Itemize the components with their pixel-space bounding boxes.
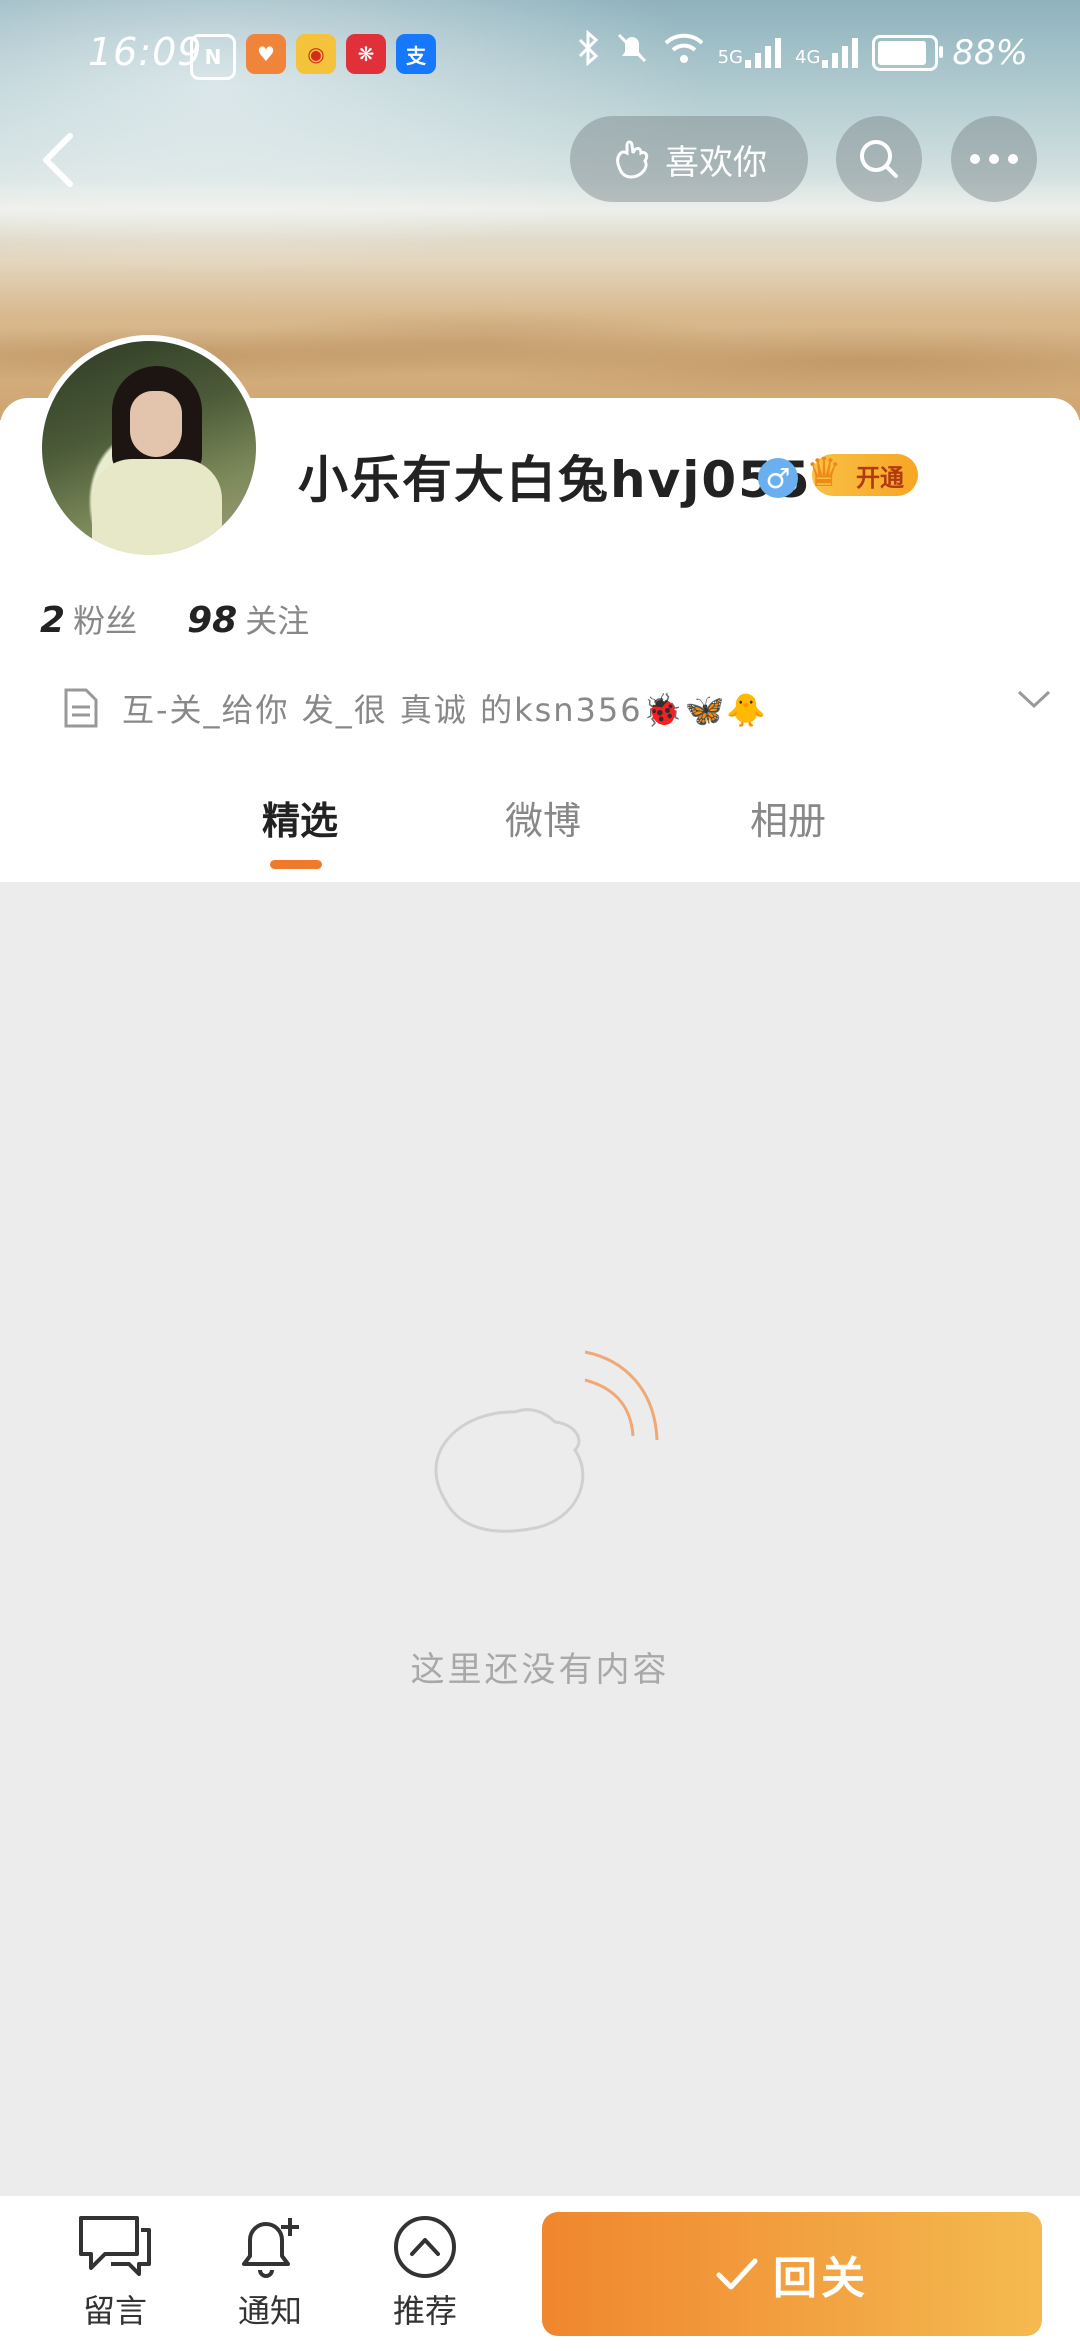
followers-label: 粉丝 <box>73 602 138 640</box>
message-button[interactable]: 留言 <box>60 2214 170 2344</box>
recommend-button[interactable]: 推荐 <box>370 2214 480 2344</box>
recommend-label: 推荐 <box>392 2292 457 2330</box>
network-5g-label: 5G <box>717 46 744 68</box>
tab-indicator <box>270 860 322 869</box>
profile-tabs: 精选 微博 相册 <box>0 780 1080 880</box>
status-bar: 16:09 N ♥ ◉ ❋ 支 5G 4G 88% <box>0 0 1080 110</box>
checkmark-icon <box>716 2258 758 2290</box>
username: 小乐有大白兔hvj055 <box>298 451 812 509</box>
nfc-icon: N <box>190 34 236 80</box>
tab-album[interactable]: 相册 <box>750 790 826 845</box>
gender-male-icon: ♂ <box>758 458 798 498</box>
follow-back-label: 回关 <box>773 2253 869 2304</box>
cover-waves <box>0 180 1080 240</box>
back-button[interactable] <box>28 120 88 200</box>
following-count: 98 <box>187 600 238 641</box>
signal-5g-icon: 5G <box>717 37 782 68</box>
search-button[interactable] <box>836 116 922 202</box>
followers-count: 2 <box>40 600 66 641</box>
like-label: 喜欢你 <box>665 142 767 183</box>
bluetooth-icon <box>576 29 600 75</box>
message-label: 留言 <box>82 2292 147 2330</box>
weibo-icon: ◉ <box>296 34 336 74</box>
battery-percent: 88% <box>952 32 1028 73</box>
like-button[interactable]: 喜欢你 <box>570 116 808 202</box>
like-hand-icon <box>616 140 649 179</box>
tab-featured[interactable]: 精选 <box>262 790 338 845</box>
follow-back-button[interactable]: 回关 <box>542 2212 1042 2336</box>
status-time: 16:09 <box>88 30 203 74</box>
chevron-left-icon <box>43 133 73 187</box>
chevron-up-circle-icon <box>394 2216 456 2278</box>
health-app-icon: ♥ <box>246 34 286 74</box>
following-stat[interactable]: 98 关注 <box>187 596 309 642</box>
crown-icon: ♛ <box>806 450 842 496</box>
empty-state-icon <box>434 1350 659 1533</box>
vip-open-badge[interactable]: ♛ 开通 <box>806 450 918 496</box>
empty-state-message: 这里还没有内容 <box>410 1650 670 1690</box>
battery-icon <box>872 34 944 71</box>
bell-plus-icon <box>242 2218 299 2278</box>
tab-weibo[interactable]: 微博 <box>505 790 581 845</box>
notify-label: 通知 <box>237 2292 302 2330</box>
message-icon <box>79 2216 151 2276</box>
bottom-action-bar: 留言 通知 推荐 回关 <box>0 2196 1080 2351</box>
mute-icon <box>614 30 650 75</box>
alipay-icon: 支 <box>396 34 436 74</box>
search-icon <box>860 140 898 178</box>
document-icon <box>64 688 98 728</box>
signal-4g-icon: 4G <box>795 37 859 68</box>
bio-row[interactable]: 互-关_给你 发_很 真诚 的ksn356🐞🦋🐥 <box>62 680 1052 736</box>
network-4g-label: 4G <box>795 46 821 68</box>
bio-text: 互-关_给你 发_很 真诚 的ksn356🐞🦋🐥 <box>122 691 769 729</box>
avatar[interactable] <box>36 335 262 561</box>
notification-icons: N ♥ ◉ ❋ 支 <box>190 34 436 80</box>
chevron-down-icon[interactable] <box>1016 688 1052 710</box>
profile-stats: 2 粉丝 98 关注 <box>40 596 309 642</box>
more-button[interactable] <box>951 116 1037 202</box>
vip-label: 开通 <box>856 463 904 492</box>
status-indicators: 5G 4G 88% <box>576 29 1028 75</box>
following-label: 关注 <box>245 602 310 640</box>
wifi-icon <box>664 31 704 74</box>
notify-button[interactable]: 通知 <box>215 2214 325 2344</box>
more-icon <box>970 154 1018 164</box>
followers-stat[interactable]: 2 粉丝 <box>40 596 137 642</box>
shopping-app-icon: ❋ <box>346 34 386 74</box>
